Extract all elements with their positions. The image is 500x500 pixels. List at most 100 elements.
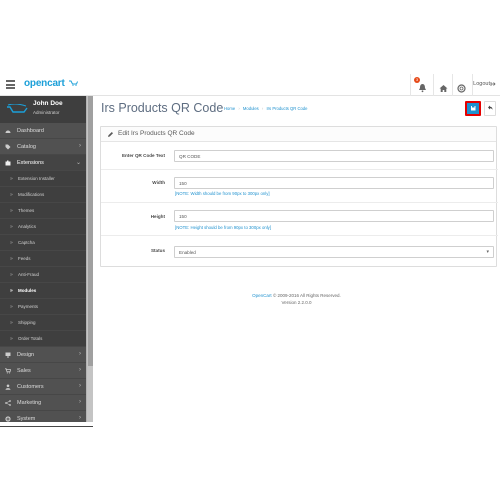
breadcrumb-current[interactable]: Irs Products QR Code <box>267 106 308 111</box>
angle-right-icon: » <box>10 256 13 262</box>
footer-opencart-link[interactable]: OpenCart <box>252 293 272 298</box>
sidebar-scrollbar[interactable] <box>86 96 93 422</box>
breadcrumb-home[interactable]: Home <box>224 106 235 111</box>
submenu-item-analytics[interactable]: » Analytics <box>0 219 93 235</box>
sidebar-item-system[interactable]: System › <box>0 411 93 427</box>
height-label: Height <box>150 214 165 219</box>
submenu-item-shipping[interactable]: » Shipping <box>0 315 93 331</box>
status-selected-value: Enabled <box>179 250 196 255</box>
chevron-right-icon: › <box>79 383 81 389</box>
sidebar-item-label: Marketing <box>17 400 42 406</box>
sidebar-item-catalog[interactable]: Catalog › <box>0 139 93 155</box>
cog-icon <box>5 416 11 422</box>
angle-right-icon: » <box>10 320 13 326</box>
sidebar-item-design[interactable]: Design › <box>0 347 93 363</box>
submenu-item-anti-fraud[interactable]: » Anti-Fraud <box>0 267 93 283</box>
logo-cart-icon <box>69 80 78 86</box>
width-label: Width <box>152 180 165 185</box>
submenu-item-modules[interactable]: » Modules <box>0 283 93 299</box>
submenu-item-label: Analytics <box>18 224 37 229</box>
chevron-right-icon: › <box>79 399 81 405</box>
status-select[interactable]: Enabled ▾ <box>174 246 494 258</box>
breadcrumb-modules[interactable]: Modules <box>243 106 259 111</box>
home-icon[interactable] <box>439 80 449 92</box>
sidebar-item-dashboard[interactable]: Dashboard <box>0 123 93 139</box>
angle-right-icon: » <box>10 240 13 246</box>
panel-title: Edit Irs Products QR Code <box>118 130 195 137</box>
submenu-item-label: Feeds <box>18 256 31 261</box>
breadcrumb-separator: › <box>238 106 240 111</box>
angle-right-icon: » <box>10 288 13 294</box>
sidebar-item-label: Sales <box>17 368 31 374</box>
panel-heading: Edit Irs Products QR Code <box>101 127 496 142</box>
submenu-item-label: Modules <box>18 288 37 293</box>
logout-icon[interactable] <box>490 81 496 87</box>
save-button[interactable] <box>465 101 481 116</box>
profile-name: John Doe <box>33 100 63 107</box>
footer-version: Version 2.2.0.0 <box>93 300 500 305</box>
breadcrumb-separator: › <box>261 106 264 111</box>
cart-icon <box>5 368 11 374</box>
sidebar-item-label: Extensions <box>17 160 44 166</box>
tag-icon <box>5 144 11 150</box>
submenu-item-label: Modifications <box>18 192 45 197</box>
reply-icon <box>488 105 493 110</box>
caret-down-icon: ▾ <box>486 249 489 255</box>
form-row-height: Height 150 [NOTE: Height should be from … <box>101 203 498 236</box>
sidebar-item-extensions[interactable]: Extensions ⌄ <box>0 155 93 171</box>
logout-link[interactable]: Logout <box>473 81 490 87</box>
sidebar-item-label: System <box>17 416 36 422</box>
user-profile[interactable]: John Doe Administrator <box>0 96 93 123</box>
help-life-ring-icon[interactable] <box>457 80 467 93</box>
angle-right-icon: » <box>10 272 13 278</box>
chevron-right-icon: › <box>79 351 81 357</box>
submenu-item-captcha[interactable]: » Captcha <box>0 235 93 251</box>
edit-panel: Edit Irs Products QR Code Enter QR Code … <box>100 126 498 267</box>
angle-right-icon: » <box>10 304 13 310</box>
angle-right-icon: » <box>10 208 13 214</box>
share-icon <box>5 400 11 406</box>
sidebar-item-sales[interactable]: Sales › <box>0 363 93 379</box>
desktop-icon <box>5 352 11 358</box>
sidebar-item-label: Customers <box>17 384 44 390</box>
qr-text-label: Enter QR Code Text <box>121 153 165 158</box>
pencil-icon <box>108 132 113 137</box>
submenu-item-order-totals[interactable]: » Order Totals <box>0 331 93 347</box>
submenu-item-label: Captcha <box>18 240 35 245</box>
angle-right-icon: » <box>10 336 13 342</box>
submenu-item-themes[interactable]: » Themes <box>0 203 93 219</box>
form-row-status: Status Enabled ▾ <box>101 236 498 267</box>
menu-toggle-icon[interactable] <box>6 80 15 89</box>
logo-text: opencart <box>24 78 65 89</box>
angle-right-icon: » <box>10 192 13 198</box>
sidebar-item-label: Dashboard <box>17 128 44 134</box>
form-row-qr-text: Enter QR Code Text QR CODE <box>101 142 498 170</box>
height-input[interactable]: 150 <box>174 210 494 222</box>
submenu-item-payments[interactable]: » Payments <box>0 299 93 315</box>
angle-right-icon: » <box>10 224 13 230</box>
footer-copyright-text: © 2009-2016 All Rights Reserved. <box>272 293 341 298</box>
sidebar-item-label: Design <box>17 352 35 358</box>
footer-version-text: Version 2.2.0.0 <box>281 300 312 305</box>
sidebar-item-customers[interactable]: Customers › <box>0 379 93 395</box>
submenu-item-extension-installer[interactable]: » Extension Installer <box>0 171 93 187</box>
sidebar-item-marketing[interactable]: Marketing › <box>0 395 93 411</box>
chevron-right-icon: › <box>79 415 81 421</box>
submenu-item-label: Themes <box>18 208 35 213</box>
height-help-text: [NOTE: Height should be from 90px to 300… <box>175 225 272 230</box>
qr-text-input[interactable]: QR CODE <box>174 150 494 162</box>
submenu-item-modifications[interactable]: » Modifications <box>0 187 93 203</box>
profile-role: Administrator <box>33 110 60 115</box>
chevron-right-icon: › <box>79 367 81 373</box>
extensions-submenu: » Extension Installer » Modifications » The… <box>0 171 93 347</box>
alerts-bell-icon[interactable]: 3 <box>414 77 428 93</box>
main-content: Irs Products QR Code Home › Modules › Ir… <box>93 96 500 422</box>
back-button[interactable] <box>484 101 496 116</box>
user-icon <box>5 384 11 390</box>
width-input[interactable]: 150 <box>174 177 494 189</box>
submenu-item-feeds[interactable]: » Feeds <box>0 251 93 267</box>
submenu-item-label: Order Totals <box>18 336 43 341</box>
submenu-item-label: Payments <box>18 304 39 309</box>
save-icon <box>471 106 476 111</box>
chevron-down-icon: ⌄ <box>75 160 81 166</box>
